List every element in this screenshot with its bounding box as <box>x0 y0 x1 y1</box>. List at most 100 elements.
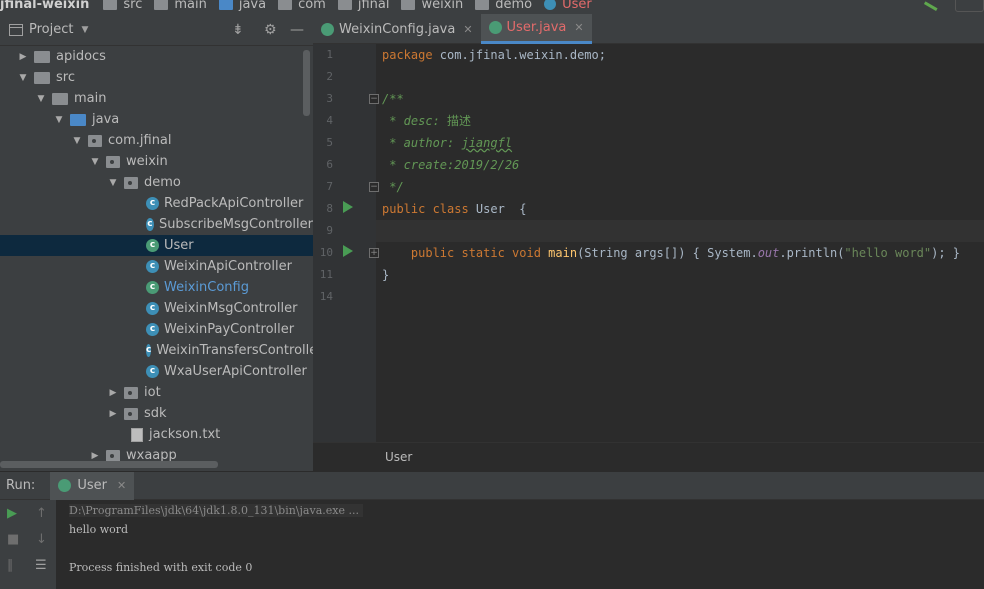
package-icon <box>106 449 120 462</box>
code-line: public static void main(String args[]) {… <box>382 246 961 260</box>
runnable-class-icon <box>321 22 334 36</box>
tree-item-wxauserapicontroller[interactable]: c WxaUserApiController <box>0 361 313 382</box>
navigation-bar: jfinal-weixin src main java com jfinal w… <box>0 0 984 14</box>
package-icon <box>475 0 490 10</box>
arrow-up-icon[interactable]: ↑ <box>36 506 47 521</box>
package-icon <box>88 134 102 147</box>
chevron-right-icon[interactable]: ▶ <box>18 52 28 62</box>
code-line: public class User { <box>382 202 527 216</box>
tree-item-weixinconfig[interactable]: c WeixinConfig <box>0 277 313 298</box>
tree-item-weixinpaycontroller[interactable]: c WeixinPayController <box>0 319 313 340</box>
tree-vertical-scrollbar[interactable] <box>303 50 310 116</box>
hide-panel-icon[interactable]: — <box>290 22 304 38</box>
package-icon <box>124 176 138 189</box>
close-icon[interactable]: ✕ <box>463 23 472 36</box>
pause-icon[interactable]: ∥ <box>7 558 14 573</box>
tree-item-weixinmsgcontroller[interactable]: c WeixinMsgController <box>0 298 313 319</box>
tree-item-weixinapicontroller[interactable]: c WeixinApiController <box>0 256 313 277</box>
tree-horizontal-scrollbar[interactable] <box>0 461 218 468</box>
chevron-right-icon[interactable]: ▶ <box>90 451 100 461</box>
code-editor: WeixinConfig.java ✕ User.java ✕ 1 2 3 4 … <box>313 14 984 471</box>
tree-item-sdk[interactable]: ▶ sdk <box>0 403 313 424</box>
tree-item-apidocs[interactable]: ▶ apidocs <box>0 46 313 67</box>
tree-item-src[interactable]: ▼ src <box>0 67 313 88</box>
code-line: package com.jfinal.weixin.demo; <box>382 48 606 62</box>
package-icon <box>337 0 352 10</box>
run-config-selector[interactable] <box>955 0 984 12</box>
run-toolbar: ▶ ↑ ■ ↓ ∥ ☰ <box>0 500 56 589</box>
folder-icon <box>52 92 68 105</box>
tree-item-weixintransferscontroller[interactable]: c WeixinTransfersController <box>0 340 313 361</box>
run-main-icon[interactable] <box>343 245 353 257</box>
code-area[interactable]: package com.jfinal.weixin.demo; /** * de… <box>376 44 984 442</box>
folder-icon <box>103 0 118 10</box>
chevron-down-icon[interactable]: ▼ <box>54 115 64 125</box>
run-panel: Run: User ✕ ▶ ↑ ■ ↓ ∥ ☰ D:\ProgramFiles\… <box>0 471 984 589</box>
tree-item-main[interactable]: ▼ main <box>0 88 313 109</box>
arrow-down-icon[interactable]: ↓ <box>36 532 47 547</box>
editor-breadcrumb: User <box>313 442 984 471</box>
tree-item-subscribemsgcontroller[interactable]: c SubscribeMsgController <box>0 214 313 235</box>
class-icon: c <box>146 302 159 315</box>
line-number: 10 <box>319 246 333 259</box>
run-panel-title: Run: <box>6 478 36 493</box>
code-line: */ <box>382 180 404 194</box>
breadcrumb-src[interactable]: src <box>103 0 142 12</box>
folder-icon <box>34 50 50 63</box>
collapse-all-icon[interactable]: ⇟ <box>232 22 244 38</box>
run-class-icon[interactable] <box>343 201 353 213</box>
close-icon[interactable]: ✕ <box>574 21 583 34</box>
folder-icon <box>154 0 169 10</box>
tree-item-redpackapicontroller[interactable]: c RedPackApiController <box>0 193 313 214</box>
chevron-down-icon[interactable]: ▼ <box>36 94 46 104</box>
folder-icon <box>34 71 50 84</box>
close-icon[interactable]: ✕ <box>117 479 126 492</box>
code-line: * author: jiangfl <box>382 136 513 150</box>
chevron-down-icon[interactable]: ▼ <box>72 136 82 146</box>
project-view-title[interactable]: Project <box>29 22 73 37</box>
tree-item-demo[interactable]: ▼ demo <box>0 172 313 193</box>
chevron-down-icon[interactable]: ▼ <box>81 25 88 35</box>
editor-breadcrumb-item[interactable]: User <box>385 450 412 464</box>
tree-item-user[interactable]: c User <box>0 235 313 256</box>
tree-item-com-jfinal[interactable]: ▼ com.jfinal <box>0 130 313 151</box>
console-output[interactable]: D:\ProgramFiles\jdk\64\jdk1.8.0_131\bin\… <box>56 500 984 589</box>
chevron-right-icon[interactable]: ▶ <box>108 388 118 398</box>
tree-item-java[interactable]: ▼ java <box>0 109 313 130</box>
editor-tabs: WeixinConfig.java ✕ User.java ✕ <box>313 14 984 44</box>
breadcrumb-weixin[interactable]: weixin <box>401 0 463 12</box>
tree-item-weixin[interactable]: ▼ weixin <box>0 151 313 172</box>
chevron-down-icon[interactable]: ▼ <box>18 73 28 83</box>
chevron-down-icon[interactable]: ▼ <box>108 178 118 188</box>
build-icon[interactable] <box>923 0 941 11</box>
class-icon: c <box>146 365 159 378</box>
runnable-class-icon <box>488 21 502 34</box>
project-tree: ▶ apidocs ▼ src ▼ main ▼ java ▼ com.jfinal ▼ w… <box>0 46 313 471</box>
breadcrumb-user[interactable]: User <box>544 0 592 12</box>
run-tab-user[interactable]: User ✕ <box>50 471 135 500</box>
line-number: 14 <box>319 290 333 303</box>
class-icon: c <box>146 260 159 273</box>
tree-item-iot[interactable]: ▶ iot <box>0 382 313 403</box>
line-number: 4 <box>326 114 333 127</box>
breadcrumb-main[interactable]: main <box>154 0 207 12</box>
gear-icon[interactable]: ⚙ <box>264 22 277 38</box>
tab-user[interactable]: User.java ✕ <box>480 14 592 44</box>
code-line: } <box>382 268 390 282</box>
breadcrumb-jfinal[interactable]: jfinal <box>337 0 389 12</box>
project-name[interactable]: jfinal-weixin <box>0 0 89 12</box>
breadcrumb-com[interactable]: com <box>278 0 326 12</box>
soft-wrap-icon[interactable]: ☰ <box>35 558 47 573</box>
breadcrumb-demo[interactable]: demo <box>475 0 532 12</box>
tab-weixinconfig[interactable]: WeixinConfig.java ✕ <box>313 14 481 44</box>
breadcrumb-java[interactable]: java <box>218 0 266 12</box>
chevron-right-icon[interactable]: ▶ <box>108 409 118 419</box>
rerun-icon[interactable]: ▶ <box>7 506 17 521</box>
package-icon <box>278 0 293 10</box>
chevron-down-icon[interactable]: ▼ <box>90 157 100 167</box>
stop-icon[interactable]: ■ <box>7 532 19 547</box>
project-panel-header: Project ▼ ⇟ ⚙ — <box>0 14 313 46</box>
code-line: /** <box>382 92 404 106</box>
tree-item-jackson-txt[interactable]: jackson.txt <box>0 424 313 445</box>
run-panel-header: Run: User ✕ <box>0 471 984 500</box>
